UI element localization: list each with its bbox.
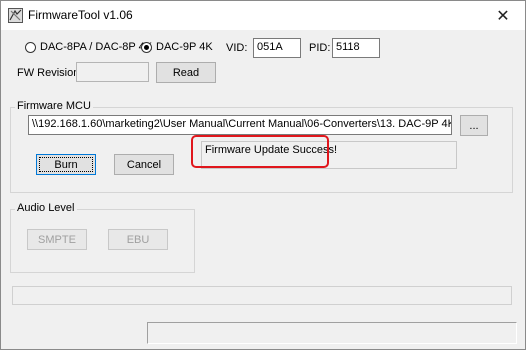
close-button[interactable]: ✕ xyxy=(481,1,525,30)
window-title: FirmwareTool v1.06 xyxy=(28,8,133,22)
status-bar xyxy=(147,322,517,344)
success-highlight xyxy=(191,135,329,168)
radio-dac-8pa[interactable] xyxy=(25,42,36,53)
firmware-mcu-group-title: Firmware MCU xyxy=(15,100,93,112)
audio-level-group-title: Audio Level xyxy=(15,202,77,214)
vid-field[interactable]: 051A xyxy=(253,38,301,58)
pid-field[interactable]: 5118 xyxy=(332,38,380,58)
radio-dac-9p[interactable] xyxy=(141,42,152,53)
fw-revision-field xyxy=(76,62,149,82)
burn-button[interactable]: Burn xyxy=(36,154,96,175)
radio-dac-9p-label[interactable]: DAC-9P 4K xyxy=(156,41,213,53)
close-icon: ✕ xyxy=(496,7,510,25)
read-button[interactable]: Read xyxy=(156,62,216,83)
fw-revision-label: FW Revision: xyxy=(17,67,83,79)
title-bar[interactable]: FirmwareTool v1.06 ✕ xyxy=(1,1,525,30)
cancel-button[interactable]: Cancel xyxy=(114,154,174,175)
progress-bar xyxy=(12,286,512,305)
firmware-tool-window: FirmwareTool v1.06 ✕ DAC-8PA / DAC-8P 4K… xyxy=(0,0,526,350)
pid-label: PID: xyxy=(309,42,331,54)
vid-label: VID: xyxy=(226,42,248,54)
radio-dac-8pa-label[interactable]: DAC-8PA / DAC-8P 4K xyxy=(40,41,152,53)
app-icon xyxy=(8,8,23,23)
browse-button[interactable]: ... xyxy=(460,115,488,136)
firmware-path-field[interactable]: \\192.168.1.60\marketing2\User Manual\Cu… xyxy=(28,115,452,135)
smpte-button[interactable]: SMPTE xyxy=(27,229,87,250)
ebu-button[interactable]: EBU xyxy=(108,229,168,250)
